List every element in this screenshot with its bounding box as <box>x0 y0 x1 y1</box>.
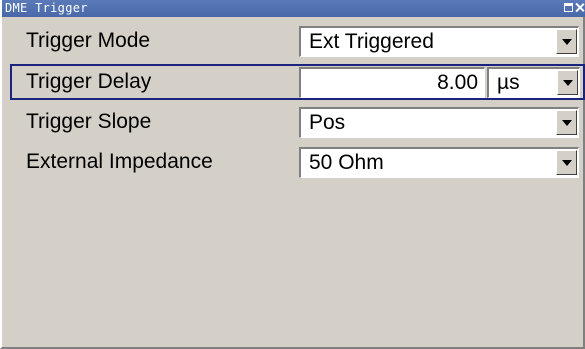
dme-trigger-window: DME Trigger Trigger Mode Ext Triggered T… <box>0 0 585 349</box>
trigger-slope-dropdown-button[interactable] <box>556 110 577 135</box>
trigger-mode-label: Trigger Mode <box>26 29 151 52</box>
chevron-down-icon <box>562 160 572 166</box>
external-impedance-dropdown-button[interactable] <box>556 150 577 175</box>
chevron-down-icon <box>563 80 573 86</box>
title-bar[interactable]: DME Trigger <box>2 0 585 17</box>
trigger-slope-label: Trigger Slope <box>26 110 152 133</box>
chevron-down-icon <box>562 39 572 45</box>
trigger-slope-select[interactable]: Pos <box>299 107 579 138</box>
trigger-delay-input[interactable]: 8.00 <box>299 67 485 98</box>
trigger-delay-row: Trigger Delay 8.00 µs <box>10 64 585 100</box>
close-icon[interactable] <box>575 3 584 12</box>
chevron-down-icon <box>562 120 572 126</box>
trigger-slope-row: Trigger Slope Pos <box>10 104 585 140</box>
trigger-mode-row: Trigger Mode Ext Triggered <box>10 23 585 59</box>
trigger-slope-value: Pos <box>309 111 346 134</box>
trigger-delay-label: Trigger Delay <box>26 70 152 93</box>
window-title: DME Trigger <box>5 1 88 15</box>
trigger-delay-unit-dropdown-button[interactable] <box>557 70 578 95</box>
maximize-icon[interactable] <box>564 3 573 12</box>
trigger-mode-dropdown-button[interactable] <box>556 29 577 54</box>
trigger-mode-select[interactable]: Ext Triggered <box>299 26 579 57</box>
external-impedance-value: 50 Ohm <box>309 151 384 174</box>
trigger-delay-unit: µs <box>497 71 520 94</box>
trigger-delay-unit-select[interactable]: µs <box>487 67 580 98</box>
trigger-mode-value: Ext Triggered <box>309 30 434 53</box>
external-impedance-label: External Impedance <box>26 150 213 173</box>
external-impedance-row: External Impedance 50 Ohm <box>10 144 585 180</box>
trigger-delay-value: 8.00 <box>437 71 478 94</box>
external-impedance-select[interactable]: 50 Ohm <box>299 147 579 178</box>
